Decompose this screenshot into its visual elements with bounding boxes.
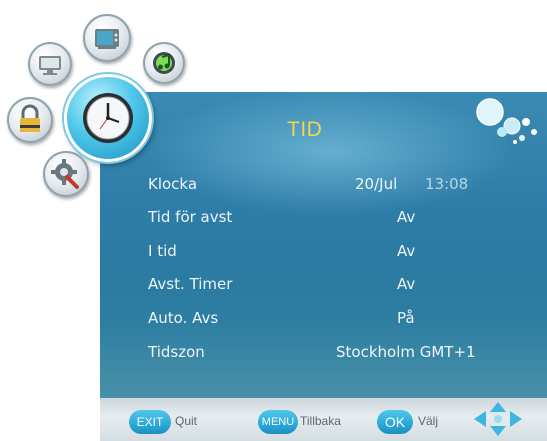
- menu-item-value: Stockholm GMT+1: [336, 343, 476, 361]
- lock-category-button[interactable]: [7, 97, 53, 143]
- setup-category-button[interactable]: [43, 151, 89, 197]
- clock-date-value: 20/Jul: [355, 175, 398, 193]
- menu-item-label: Klocka: [148, 175, 198, 193]
- gear-wrench-icon: [51, 159, 79, 189]
- bubbles-decoration-icon: [476, 98, 537, 144]
- menu-item-value: På: [397, 309, 415, 327]
- menu-item-auto-standby[interactable]: Auto. Avs På: [148, 307, 538, 331]
- menu-key-label: Tillbaka: [300, 414, 341, 428]
- channel-category-button[interactable]: [83, 14, 131, 62]
- clock-icon: [83, 93, 133, 143]
- sound-category-button[interactable]: [143, 42, 185, 84]
- padlock-icon: [20, 104, 40, 132]
- exit-key-button[interactable]: EXIT: [129, 410, 171, 434]
- menu-item-clock[interactable]: Klocka 20/Jul 13:08: [148, 173, 538, 197]
- menu-item-time-zone[interactable]: Tidszon Stockholm GMT+1: [148, 341, 538, 365]
- menu-item-value: Av: [397, 242, 416, 260]
- ok-key-button[interactable]: OK: [377, 410, 413, 434]
- picture-category-button[interactable]: [28, 42, 72, 86]
- menu-item-label: Tidszon: [148, 343, 205, 361]
- music-note-icon: [153, 52, 175, 74]
- time-category-button[interactable]: [64, 74, 152, 162]
- arrow-keys-icon: [474, 402, 522, 436]
- menu-item-on-time[interactable]: I tid Av: [148, 240, 538, 264]
- menu-item-label: Auto. Avs: [148, 309, 219, 327]
- menu-item-sleep-timer[interactable]: Tid för avst Av: [148, 206, 538, 230]
- menu-item-off-timer[interactable]: Avst. Timer Av: [148, 273, 538, 297]
- monitor-icon: [39, 56, 61, 75]
- menu-item-value: Av: [397, 208, 416, 226]
- menu-item-value: Av: [397, 275, 416, 293]
- menu-item-label: Avst. Timer: [148, 275, 233, 293]
- menu-title: TID: [287, 118, 323, 141]
- exit-key-label: Quit: [175, 414, 198, 428]
- menu-item-label: I tid: [148, 242, 177, 260]
- tv-icon: [95, 29, 119, 49]
- ok-key-label: Välj: [418, 414, 439, 428]
- clock-time-value: 13:08: [425, 175, 469, 193]
- menu-key-button[interactable]: MENU: [258, 410, 298, 434]
- menu-item-label: Tid för avst: [148, 208, 233, 226]
